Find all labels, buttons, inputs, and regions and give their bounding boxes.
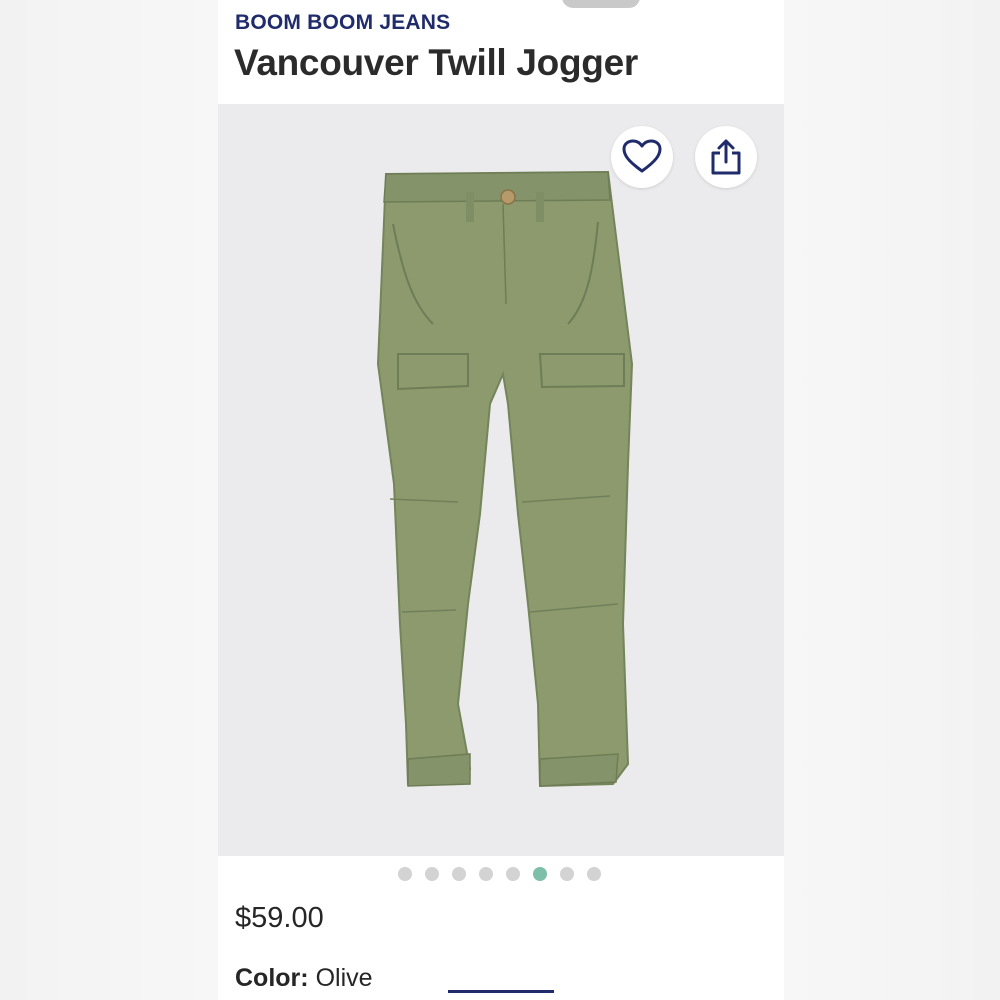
pagination-dot[interactable] [452,867,466,881]
pagination-dot[interactable] [479,867,493,881]
pagination-dot[interactable] [425,867,439,881]
brand-name[interactable]: BOOM BOOM JEANS [235,11,450,35]
pagination-dot[interactable] [506,867,520,881]
product-image[interactable] [218,104,784,856]
color-value: Olive [315,964,373,992]
pants-illustration [376,170,634,788]
gallery-pagination [398,867,601,881]
phone-screen: BOOM BOOM JEANS Vancouver Twill Jogger $… [218,0,784,1000]
color-label: Color: [235,964,309,992]
status-pill [562,0,640,8]
color-row: Color: Olive [235,964,373,993]
pagination-dot[interactable] [587,867,601,881]
product-gallery[interactable] [218,104,784,856]
favorite-button[interactable] [611,126,673,188]
product-title: Vancouver Twill Jogger [234,42,638,83]
share-icon [711,139,741,175]
pagination-dot[interactable] [398,867,412,881]
share-button[interactable] [695,126,757,188]
pagination-dot-active[interactable] [533,867,547,881]
color-swatch-selected-indicator [448,990,554,993]
pagination-dot[interactable] [560,867,574,881]
product-price: $59.00 [235,902,324,934]
heart-outline-icon [622,139,662,173]
